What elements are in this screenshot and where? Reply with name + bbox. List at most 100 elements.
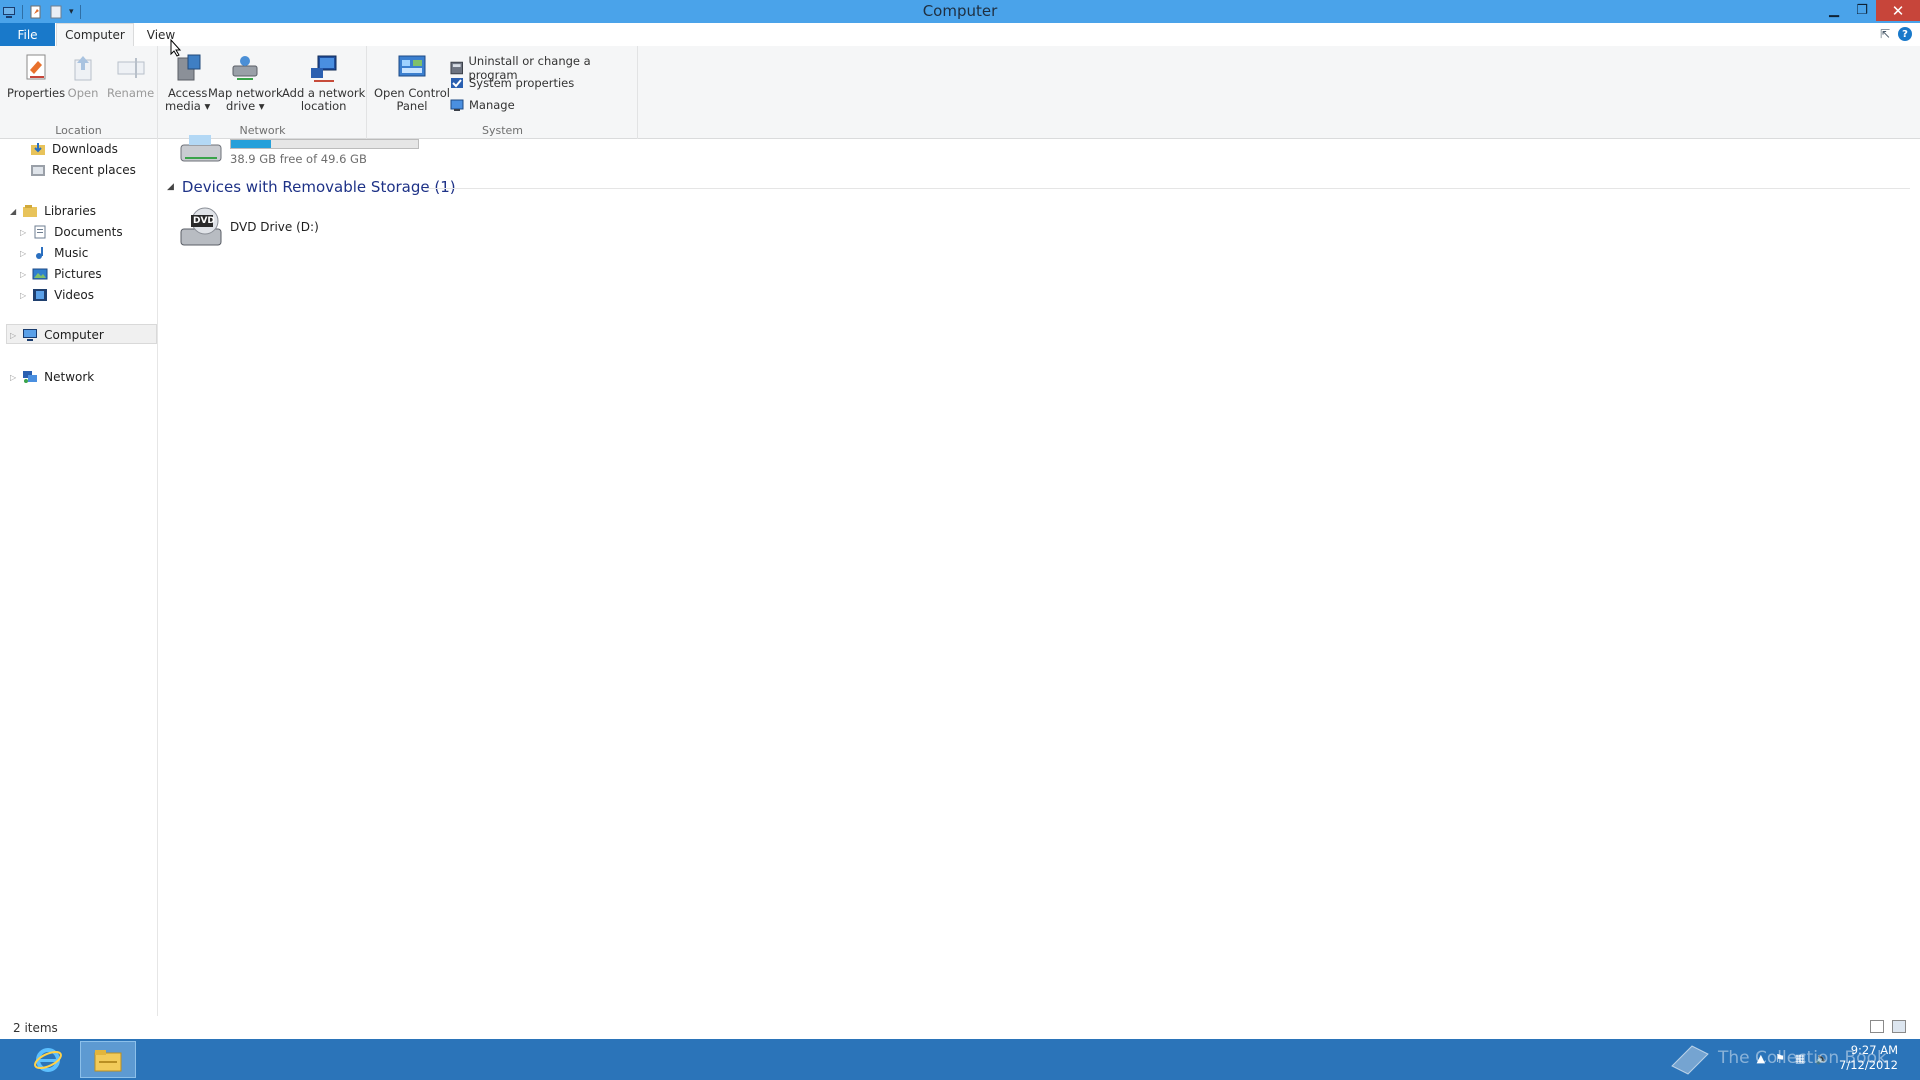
uninstall-program-icon [450, 61, 464, 75]
dvd-drive-label[interactable]: DVD Drive (D:) [230, 220, 319, 234]
expanded-arrow-icon[interactable]: ◢ [10, 207, 16, 216]
nav-label-videos: Videos [54, 288, 95, 302]
status-bar: 2 items [0, 1016, 1920, 1039]
details-view-icon[interactable] [1870, 1020, 1884, 1033]
content-pane: 38.9 GB free of 49.6 GB ◢ Devices with R… [159, 135, 1920, 1016]
drive-usage-bar [230, 139, 419, 149]
file-explorer-taskbar-button[interactable] [80, 1041, 136, 1078]
access-media-button[interactable]: Access media ▾ [165, 52, 210, 113]
map-network-drive-icon [232, 56, 258, 80]
rename-icon [117, 58, 145, 78]
restore-button[interactable]: ❐ [1848, 0, 1876, 21]
add-network-location-icon [310, 55, 337, 82]
mouse-cursor-icon [170, 39, 182, 57]
nav-item-music[interactable]: ▷ Music [20, 243, 88, 263]
control-panel-icon [398, 55, 426, 77]
file-explorer-icon [94, 1049, 122, 1071]
network-icon [23, 371, 38, 383]
recent-places-icon [31, 165, 45, 176]
open-button[interactable]: Open [67, 52, 99, 100]
taskbar: ▲ ⚑ ▦ 🔈 9:27 AM 7/12/2012 [0, 1039, 1920, 1080]
removable-storage-title: Devices with Removable Storage (1) [181, 178, 456, 196]
add-network-location-button[interactable]: Add a network location [282, 52, 365, 113]
collapsed-arrow-icon[interactable]: ▷ [10, 331, 16, 340]
dvd-drive-icon [180, 207, 222, 246]
downloads-icon [31, 143, 45, 155]
map-network-drive-label-2: drive ▾ [226, 99, 265, 113]
nav-label-pictures: Pictures [54, 267, 102, 281]
large-icons-view-icon[interactable] [1892, 1020, 1906, 1033]
ribbon: Properties Open Rename Location Access m… [0, 46, 1920, 139]
music-icon [36, 247, 44, 259]
collapse-arrow-icon[interactable]: ◢ [167, 182, 174, 192]
navigation-pane: Downloads Recent places ◢ Libraries ▷ Do… [0, 139, 158, 1016]
system-properties-button[interactable]: System properties [450, 76, 574, 90]
tab-file[interactable]: File [0, 23, 55, 46]
nav-item-videos[interactable]: ▷ Videos [20, 285, 94, 305]
collapsed-arrow-icon[interactable]: ▷ [20, 291, 26, 300]
tab-computer[interactable]: Computer [56, 23, 134, 46]
watermark-text: The Collection Book [1718, 1048, 1887, 1068]
window-controls: ▁ ❐ ✕ [1820, 0, 1920, 21]
pictures-icon [32, 268, 48, 280]
computer-icon [23, 329, 38, 341]
system-group-label: System [481, 124, 524, 137]
system-properties-icon [451, 78, 463, 88]
network-group: Access media ▾ Map network drive ▾ Add a… [159, 46, 367, 139]
internet-explorer-taskbar-button[interactable] [26, 1042, 70, 1077]
rename-label: Rename [107, 86, 155, 100]
collapsed-arrow-icon[interactable]: ▷ [20, 228, 26, 237]
drive-usage-fill [231, 140, 272, 148]
manage-label: Manage [469, 98, 515, 112]
nav-item-computer[interactable]: ▷ Computer [10, 325, 104, 345]
collapsed-arrow-icon[interactable]: ▷ [10, 373, 16, 382]
map-network-drive-button[interactable]: Map network drive ▾ [208, 52, 283, 113]
nav-item-libraries[interactable]: ◢ Libraries [10, 201, 96, 221]
nav-item-pictures[interactable]: ▷ Pictures [20, 264, 102, 284]
nav-label-music: Music [54, 246, 89, 260]
nav-label-downloads: Downloads [52, 142, 118, 156]
item-count: 2 items [13, 1021, 58, 1035]
nav-label-network: Network [44, 370, 95, 384]
manage-icon [450, 99, 464, 111]
system-properties-label: System properties [469, 76, 575, 90]
rename-button[interactable]: Rename [107, 52, 154, 100]
dvd-badge: DVD [193, 216, 215, 226]
manage-button[interactable]: Manage [450, 98, 515, 112]
removable-storage-header[interactable]: ◢ Devices with Removable Storage (1) [167, 178, 456, 196]
minimize-button[interactable]: ▁ [1820, 0, 1848, 21]
collapsed-arrow-icon[interactable]: ▷ [20, 270, 26, 279]
collapsed-arrow-icon[interactable]: ▷ [20, 249, 26, 258]
documents-icon [34, 225, 46, 239]
drive-free-space: 38.9 GB free of 49.6 GB [230, 152, 367, 166]
properties-label: Properties [7, 86, 66, 100]
libraries-icon [23, 205, 38, 217]
properties-button[interactable]: Properties [7, 52, 65, 100]
nav-item-documents[interactable]: ▷ Documents [20, 222, 123, 242]
hard-drive-icon[interactable] [177, 127, 225, 167]
watermark: The Collection Book [1668, 1040, 1887, 1076]
nav-label-libraries: Libraries [44, 204, 96, 218]
open-icon [74, 56, 92, 81]
nav-label-recent-places: Recent places [52, 163, 136, 177]
open-label: Open [67, 86, 99, 100]
location-group: Properties Open Rename Location [0, 46, 158, 139]
properties-icon [26, 54, 46, 80]
help-icon[interactable]: ? [1898, 27, 1912, 41]
view-toggle [1870, 1020, 1906, 1033]
ribbon-tabs: File Computer View ⇱ ? [0, 23, 1920, 46]
videos-icon [33, 289, 48, 301]
header-divider [425, 188, 1910, 189]
ribbon-right-controls: ⇱ ? [1880, 27, 1912, 41]
minimize-ribbon-icon[interactable]: ⇱ [1880, 27, 1890, 41]
internet-explorer-icon [34, 1047, 62, 1072]
open-control-panel-button[interactable]: Open Control Panel [374, 52, 450, 113]
nav-item-downloads[interactable]: Downloads [30, 139, 118, 159]
dvd-drive-item[interactable]: DVD [177, 205, 225, 249]
title-bar: ▾ Computer ▁ ❐ ✕ [0, 0, 1920, 23]
nav-item-network[interactable]: ▷ Network [10, 367, 94, 387]
nav-label-computer: Computer [44, 328, 104, 342]
close-button[interactable]: ✕ [1876, 0, 1920, 21]
nav-item-recent-places[interactable]: Recent places [30, 160, 136, 180]
window-title: Computer [922, 2, 998, 20]
